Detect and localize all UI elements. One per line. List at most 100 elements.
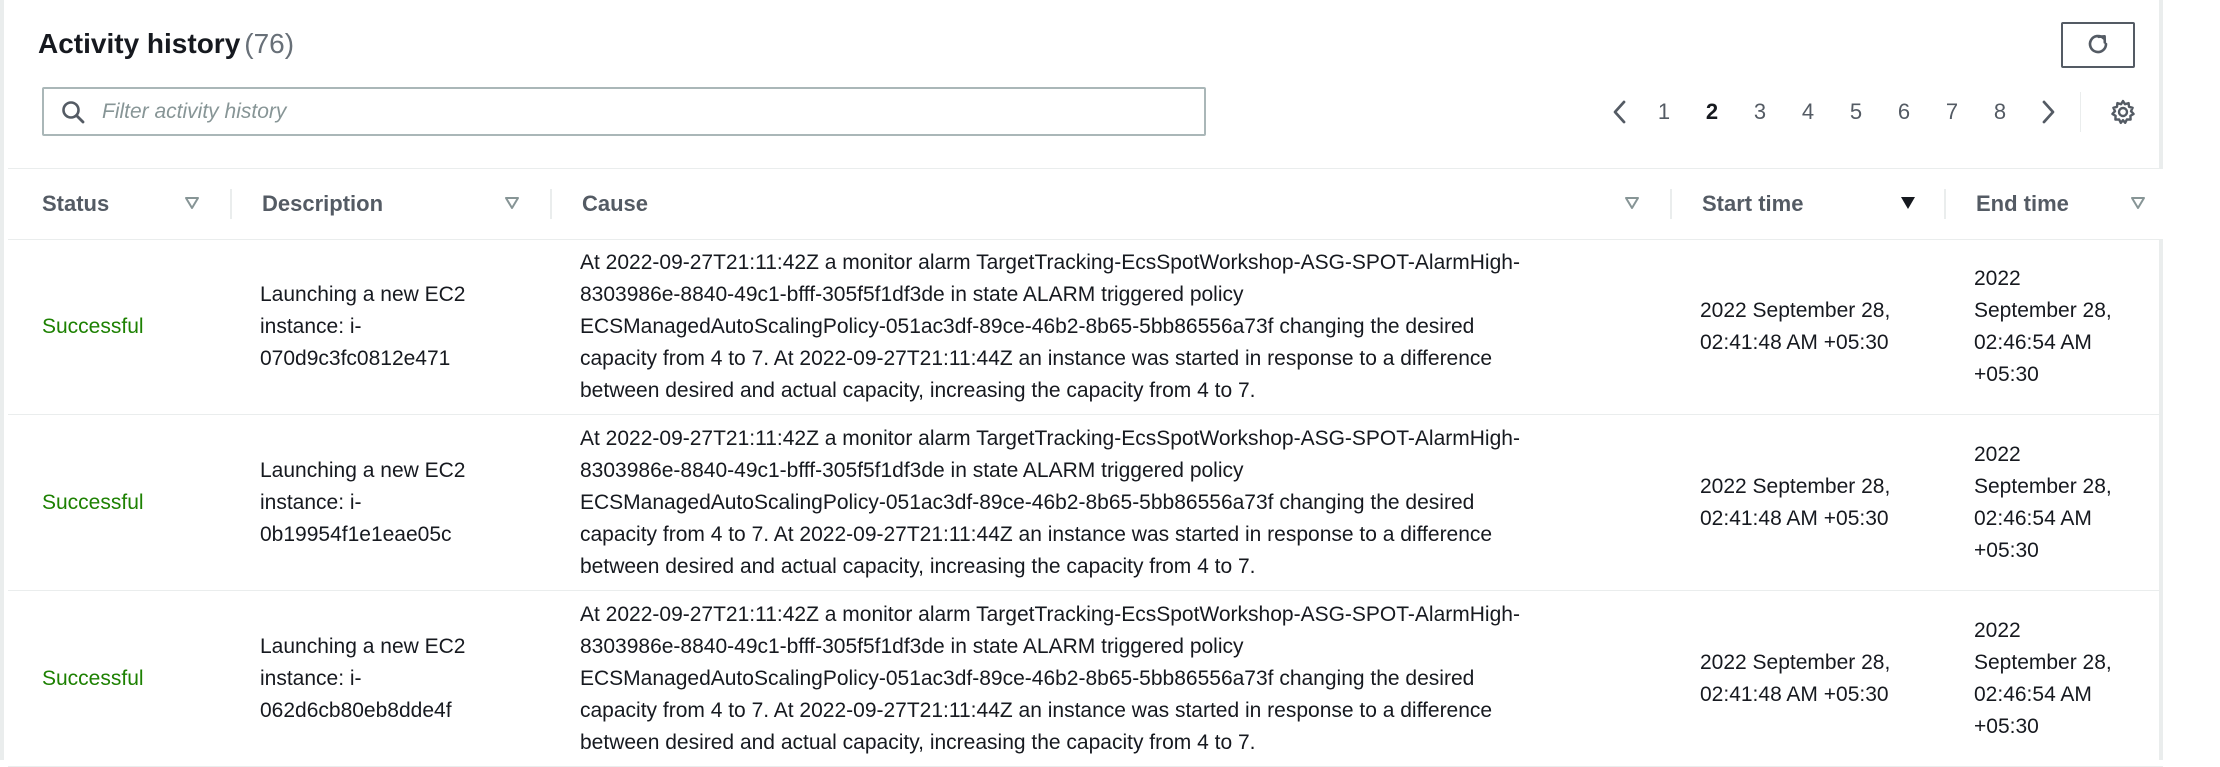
cause-cell-line: capacity from 4 to 7. At 2022-09-27T21:1… [580, 346, 1493, 370]
page-7-button[interactable]: 7 [1936, 92, 1968, 132]
column-label-start-time: Start time [1702, 191, 1804, 216]
gear-icon[interactable] [2105, 92, 2141, 132]
column-separator[interactable] [1670, 189, 1672, 219]
title-text: Activity history [38, 28, 241, 59]
end-time-cell-line: +05:30 [1974, 538, 2039, 562]
refresh-button[interactable] [2061, 22, 2135, 68]
end-time-cell: 2022 September 28, 02:46:54 AM +05:30 [1974, 415, 2154, 590]
end-time-cell: 2022 September 28, 02:46:54 AM +05:30 [1974, 239, 2154, 414]
column-separator[interactable] [230, 189, 232, 219]
table-header: Status Description Cause Start time End … [8, 168, 2163, 240]
chevron-right-icon[interactable] [2033, 92, 2063, 132]
page-3-button[interactable]: 3 [1744, 92, 1776, 132]
sort-icon[interactable] [2128, 193, 2148, 213]
sort-icon[interactable] [1622, 193, 1642, 213]
cause-cell-line: At 2022-09-27T21:11:42Z a monitor alarm … [580, 250, 1520, 274]
end-time-cell: 2022 September 28, 02:46:54 AM +05:30 [1974, 591, 2154, 766]
end-time-cell-line: 02:46:54 AM [1974, 506, 2092, 530]
cause-cell: At 2022-09-27T21:11:42Z a monitor alarm … [580, 239, 1660, 414]
column-header-start-time[interactable]: Start time [1702, 169, 1932, 239]
description-cell-line: instance: i- [260, 314, 362, 338]
end-time-cell-text: 2022 September 28, 02:46:54 AM +05:30 [1974, 263, 2112, 391]
cause-cell-line: 8303986e-8840-49c1-bfff-305f5f1df3de in … [580, 634, 1244, 658]
start-time-cell-line: 2022 September 28, [1700, 474, 1891, 498]
page-8-button[interactable]: 8 [1984, 92, 2016, 132]
page-4-button[interactable]: 4 [1792, 92, 1824, 132]
cause-cell-line: ECSManagedAutoScalingPolicy-051ac3df-89c… [580, 490, 1475, 514]
sort-icon[interactable] [182, 193, 202, 213]
table-row[interactable]: Successful Launching a new EC2 instance: i… [8, 591, 2163, 767]
status-cell-value: Successful [42, 490, 144, 514]
cause-cell: At 2022-09-27T21:11:42Z a monitor alarm … [580, 415, 1660, 590]
cause-cell-line: between desired and actual capacity, inc… [580, 554, 1256, 578]
description-cell-line: Launching a new EC2 [260, 282, 466, 306]
column-label-description: Description [262, 191, 384, 216]
pager-divider [2080, 92, 2081, 132]
status-cell-value: Successful [42, 666, 144, 690]
refresh-icon [2084, 30, 2112, 61]
status-cell: Successful [42, 591, 242, 766]
end-time-cell-line: 2022 [1974, 618, 2021, 642]
page-2-button[interactable]: 2 [1696, 92, 1728, 132]
start-time-cell-text: 2022 September 28, 02:41:48 AM +05:30 [1700, 471, 1890, 535]
column-header-description[interactable]: Description [262, 169, 552, 239]
column-header-cause[interactable]: Cause [582, 169, 1662, 239]
cause-cell-line: 8303986e-8840-49c1-bfff-305f5f1df3de in … [580, 282, 1244, 306]
cause-cell-line: At 2022-09-27T21:11:42Z a monitor alarm … [580, 426, 1520, 450]
column-label-cause: Cause [582, 191, 649, 216]
description-cell: Launching a new EC2 instance: i- 062d6cb80… [260, 591, 560, 766]
column-header-end-time[interactable]: End time [1976, 169, 2156, 239]
cause-cell: At 2022-09-27T21:11:42Z a monitor alarm … [580, 591, 1660, 766]
column-label-status: Status [42, 191, 110, 216]
start-time-cell-line: 02:41:48 AM +05:30 [1700, 506, 1889, 530]
status-cell-value: Successful [42, 314, 144, 338]
page-6-button[interactable]: 6 [1888, 92, 1920, 132]
activity-history-panel: Activity history(76) 1 2 3 4 5 6 7 8 [0, 0, 2163, 767]
cause-cell-line: capacity from 4 to 7. At 2022-09-27T21:1… [580, 522, 1493, 546]
status-cell-text: Successful [42, 663, 144, 695]
pagination: 1 2 3 4 5 6 7 8 [4, 92, 2167, 132]
description-cell-text: Launching a new EC2 instance: i- 070d9c3fc… [260, 279, 465, 375]
cause-cell-line: capacity from 4 to 7. At 2022-09-27T21:1… [580, 698, 1493, 722]
end-time-cell-text: 2022 September 28, 02:46:54 AM +05:30 [1974, 439, 2112, 567]
status-cell-text: Successful [42, 487, 144, 519]
sort-icon[interactable] [502, 193, 522, 213]
start-time-cell-line: 02:41:48 AM +05:30 [1700, 330, 1889, 354]
cause-cell-line: between desired and actual capacity, inc… [580, 730, 1256, 754]
column-label-end-time: End time [1976, 191, 2069, 216]
column-separator[interactable] [550, 189, 552, 219]
cause-cell-line: between desired and actual capacity, inc… [580, 378, 1256, 402]
page-5-button[interactable]: 5 [1840, 92, 1872, 132]
end-time-cell-text: 2022 September 28, 02:46:54 AM +05:30 [1974, 615, 2112, 743]
status-cell: Successful [42, 415, 242, 590]
description-cell-line: instance: i- [260, 490, 362, 514]
description-cell-text: Launching a new EC2 instance: i- 062d6cb80… [260, 631, 465, 727]
cause-cell-line: ECSManagedAutoScalingPolicy-051ac3df-89c… [580, 666, 1475, 690]
description-cell-line: instance: i- [260, 666, 362, 690]
description-cell-line: 062d6cb80eb8dde4f [260, 698, 452, 722]
cause-cell-line: 8303986e-8840-49c1-bfff-305f5f1df3de in … [580, 458, 1244, 482]
table-row[interactable]: Successful Launching a new EC2 instance: i… [8, 415, 2163, 591]
page-gutter [2163, 0, 2220, 760]
page-1-button[interactable]: 1 [1648, 92, 1680, 132]
end-time-cell-line: September 28, [1974, 298, 2112, 322]
end-time-cell-line: 2022 [1974, 266, 2021, 290]
description-cell-line: Launching a new EC2 [260, 458, 466, 482]
start-time-cell: 2022 September 28, 02:41:48 AM +05:30 [1700, 591, 1940, 766]
start-time-cell-text: 2022 September 28, 02:41:48 AM +05:30 [1700, 647, 1890, 711]
end-time-cell-line: 02:46:54 AM [1974, 330, 2092, 354]
cause-cell-line: At 2022-09-27T21:11:42Z a monitor alarm … [580, 602, 1520, 626]
start-time-cell: 2022 September 28, 02:41:48 AM +05:30 [1700, 415, 1940, 590]
chevron-left-icon[interactable] [1605, 92, 1635, 132]
activity-count: (76) [244, 28, 295, 59]
page-title: Activity history (76) [38, 28, 294, 60]
table-row[interactable]: Successful Launching a new EC2 instance: i… [8, 239, 2163, 415]
cause-cell-text: At 2022-09-27T21:11:42Z a monitor alarm … [580, 423, 1520, 583]
sort-descending-icon[interactable] [1898, 193, 1918, 213]
description-cell: Launching a new EC2 instance: i- 070d9c3fc… [260, 239, 560, 414]
description-cell: Launching a new EC2 instance: i- 0b19954f1… [260, 415, 560, 590]
column-separator[interactable] [1944, 189, 1946, 219]
cause-cell-line: ECSManagedAutoScalingPolicy-051ac3df-89c… [580, 314, 1475, 338]
start-time-cell-line: 2022 September 28, [1700, 298, 1891, 322]
column-header-status[interactable]: Status [42, 169, 232, 239]
